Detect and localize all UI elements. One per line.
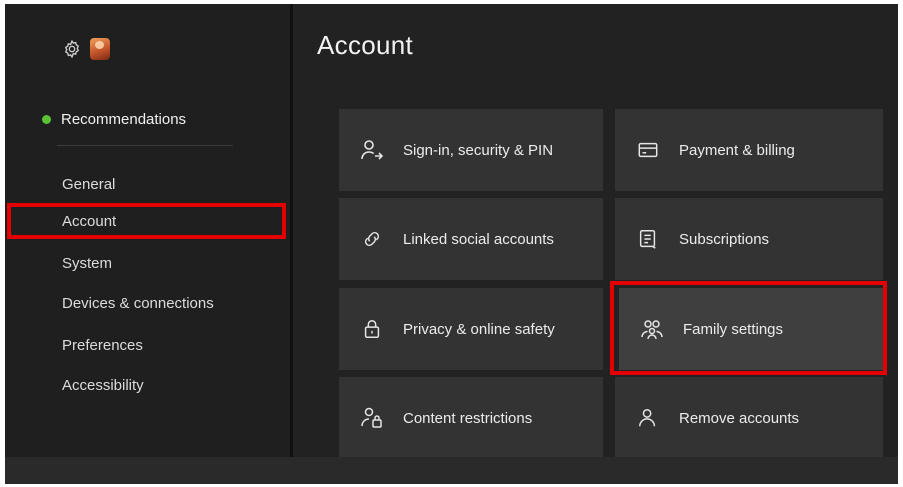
link-icon [359, 226, 385, 252]
person-lock-icon [359, 405, 385, 431]
lock-icon [359, 316, 385, 342]
sidebar: Recommendations General Account System D… [5, 4, 290, 484]
tile-label: Subscriptions [679, 230, 770, 248]
document-icon [635, 226, 661, 252]
tile-remove-accounts[interactable]: Remove accounts [615, 377, 883, 459]
tile-subscriptions[interactable]: Subscriptions [615, 198, 883, 280]
tile-payment-billing[interactable]: Payment & billing [615, 109, 883, 191]
bottom-bar [5, 457, 898, 484]
person-arrow-icon [359, 137, 385, 163]
tile-sign-in-security-pin[interactable]: Sign-in, security & PIN [339, 109, 603, 191]
sidebar-item-preferences[interactable]: Preferences [62, 334, 143, 358]
sidebar-item-recommendations[interactable]: Recommendations [42, 111, 186, 128]
tile-label: Remove accounts [679, 409, 800, 427]
tile-label: Sign-in, security & PIN [403, 141, 554, 159]
tile-privacy-online-safety[interactable]: Privacy & online safety [339, 288, 603, 370]
avatar[interactable] [90, 38, 110, 60]
person-icon [635, 405, 661, 431]
tile-label: Privacy & online safety [403, 320, 555, 338]
tile-label: Payment & billing [679, 141, 795, 159]
tile-linked-social-accounts[interactable]: Linked social accounts [339, 198, 603, 280]
page-title: Account [317, 30, 414, 60]
tile-label: Content restrictions [403, 409, 533, 427]
tile-content-restrictions[interactable]: Content restrictions [339, 377, 603, 459]
sidebar-item-devices-connections[interactable]: Devices & connections [62, 292, 214, 316]
highlight-box-family-settings [610, 281, 887, 375]
xbox-settings-screen: Recommendations General Account System D… [5, 4, 898, 484]
recommendations-label: Recommendations [61, 111, 187, 128]
gear-icon[interactable] [62, 39, 82, 59]
tile-label: Linked social accounts [403, 230, 554, 248]
sidebar-item-system[interactable]: System [62, 252, 112, 276]
status-dot-icon [42, 115, 51, 124]
sidebar-header [62, 36, 110, 62]
sidebar-divider [57, 145, 233, 146]
credit-card-icon [635, 137, 661, 163]
highlight-box-account [7, 203, 286, 239]
sidebar-item-accessibility[interactable]: Accessibility [62, 374, 144, 398]
sidebar-item-general[interactable]: General [62, 173, 115, 197]
